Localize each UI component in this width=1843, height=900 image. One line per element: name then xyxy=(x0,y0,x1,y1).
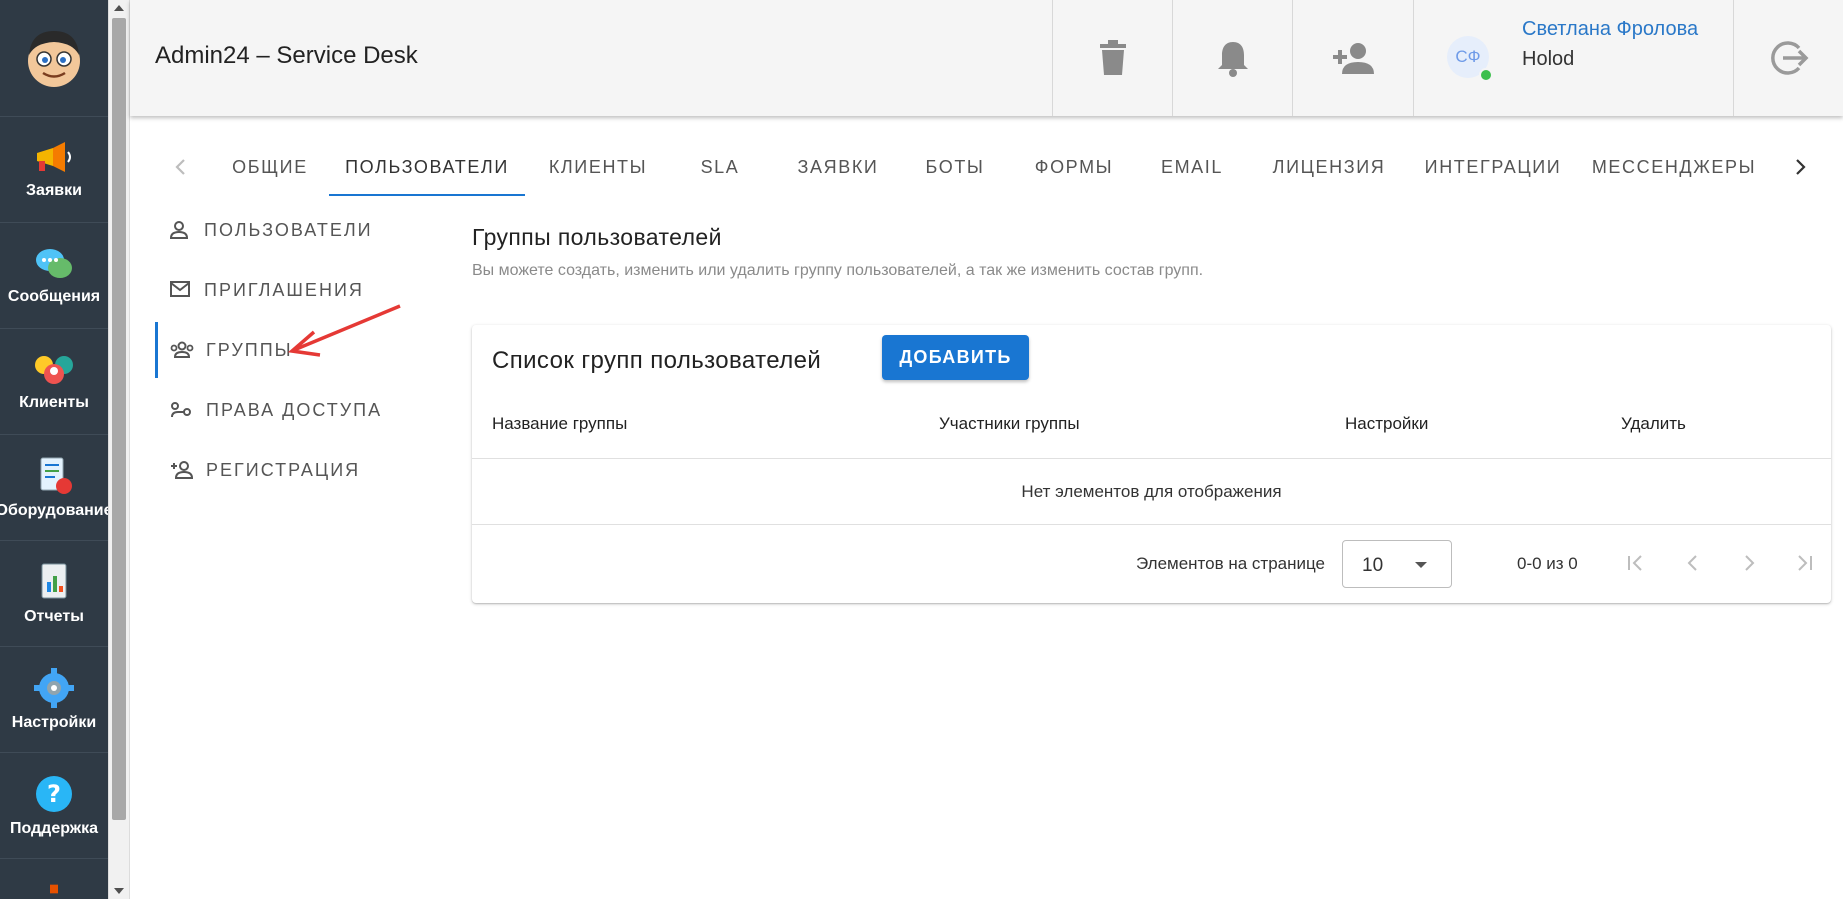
help-icon: ? xyxy=(36,776,72,812)
scroll-up-arrow-icon[interactable] xyxy=(114,5,124,11)
tab-integrations[interactable]: ИНТЕГРАЦИИ xyxy=(1404,140,1582,194)
tab-general[interactable]: ОБЩИЕ xyxy=(220,140,320,194)
tab-license[interactable]: ЛИЦЕНЗИЯ xyxy=(1249,140,1409,194)
bell-icon xyxy=(1218,42,1248,77)
sidebar-item-label: Заявки xyxy=(26,182,82,199)
subnav-item-registration[interactable]: РЕГИСТРАЦИЯ xyxy=(155,442,415,498)
items-per-page-label: Элементов на странице xyxy=(1136,554,1326,573)
add-user-button[interactable] xyxy=(1292,0,1413,116)
person-outline-icon xyxy=(170,221,189,239)
online-status-dot xyxy=(1479,68,1493,82)
tabs-scroll-right-button[interactable] xyxy=(1785,140,1815,194)
tab-clients[interactable]: КЛИЕНТЫ xyxy=(533,140,663,194)
svg-text:?: ? xyxy=(47,780,61,808)
gear-icon xyxy=(34,668,74,708)
table-divider xyxy=(472,458,1831,459)
equipment-icon xyxy=(40,457,72,494)
column-header-settings[interactable]: Настройки xyxy=(1345,414,1428,434)
group-icon xyxy=(170,341,194,358)
subnav-item-label: ПРИГЛАШЕНИЯ xyxy=(204,279,364,300)
sidebar-item-settings[interactable]: Настройки xyxy=(0,646,108,753)
first-page-icon xyxy=(1628,555,1642,571)
groups-card: Список групп пользователей ДОБАВИТЬ Назв… xyxy=(472,325,1831,603)
page-scrollbar[interactable] xyxy=(108,0,130,899)
access-key-icon xyxy=(171,402,191,418)
first-page-button[interactable] xyxy=(1618,545,1654,581)
avatar-face-logo-icon xyxy=(28,31,80,87)
chevron-right-icon xyxy=(1745,555,1755,571)
app-title: Admin24 – Service Desk xyxy=(155,42,418,69)
chevron-left-icon xyxy=(175,159,185,175)
tab-email[interactable]: EMAIL xyxy=(1140,140,1244,194)
chevron-left-icon xyxy=(1687,555,1697,571)
last-page-icon xyxy=(1798,555,1812,571)
page-title: Группы пользователей xyxy=(472,224,722,250)
scroll-thumb[interactable] xyxy=(112,18,126,820)
chevron-right-icon xyxy=(1796,159,1806,175)
column-header-group-name[interactable]: Название группы xyxy=(492,414,627,434)
next-page-button[interactable] xyxy=(1731,545,1767,581)
logout-icon xyxy=(1771,41,1809,75)
logout-button[interactable] xyxy=(1733,0,1843,116)
empty-table-message: Нет элементов для отображения xyxy=(1021,482,1282,501)
column-header-delete[interactable]: Удалить xyxy=(1621,414,1686,434)
mail-outline-icon xyxy=(170,281,190,297)
subnav-item-label: ПОЛЬЗОВАТЕЛИ xyxy=(204,219,373,240)
clients-icon xyxy=(35,356,73,384)
sidebar-item-requests[interactable]: Заявки xyxy=(0,116,108,223)
tab-users[interactable]: ПОЛЬЗОВАТЕЛИ xyxy=(329,140,525,196)
chat-bubbles-icon xyxy=(36,249,72,278)
subnav-item-label: РЕГИСТРАЦИЯ xyxy=(206,459,361,480)
subnav-item-access-rights[interactable]: ПРАВА ДОСТУПА xyxy=(155,382,415,438)
sidebar-item-support[interactable]: ? Поддержка xyxy=(0,752,108,859)
app-logo[interactable] xyxy=(0,0,108,116)
sidebar-item-reports[interactable]: Отчеты xyxy=(0,540,108,647)
table-divider xyxy=(472,524,1831,525)
chevron-down-icon xyxy=(1415,562,1427,568)
last-page-button[interactable] xyxy=(1786,545,1822,581)
book-icon xyxy=(50,884,58,894)
trash-button[interactable] xyxy=(1052,0,1173,116)
trash-icon xyxy=(1100,40,1126,75)
sidebar-item-label: Оборудование xyxy=(0,502,108,519)
person-add-outline-icon xyxy=(171,461,194,479)
megaphone-icon xyxy=(37,142,71,172)
subnav-item-users[interactable]: ПОЛЬЗОВАТЕЛИ xyxy=(155,202,415,258)
annotation-arrow-icon xyxy=(287,304,401,357)
subnav-item-label: ПРАВА ДОСТУПА xyxy=(206,399,383,420)
settings-tabs: ОБЩИЕ ПОЛЬЗОВАТЕЛИ КЛИЕНТЫ SLA ЗАЯВКИ БО… xyxy=(130,140,1843,196)
items-per-page-select[interactable]: 10 xyxy=(1342,540,1452,588)
user-profile[interactable]: СФ Светлана Фролова Holod xyxy=(1413,0,1734,116)
user-name[interactable]: Светлана Фролова xyxy=(1522,18,1698,41)
sidebar-item-label: Поддержка xyxy=(9,820,99,837)
sidebar-item-equipment[interactable]: Оборудование xyxy=(0,434,108,541)
page-description: Вы можете создать, изменить или удалить … xyxy=(472,262,1204,279)
sidebar-item-label: Настройки xyxy=(11,714,97,731)
add-group-button[interactable]: ДОБАВИТЬ xyxy=(882,335,1029,380)
sidebar-item-label: Сообщения xyxy=(7,288,101,305)
sidebar-item-label: Клиенты xyxy=(19,394,89,411)
report-icon xyxy=(41,563,67,599)
tab-requests[interactable]: ЗАЯВКИ xyxy=(778,140,898,194)
sidebar-item-more[interactable] xyxy=(0,858,108,900)
sidebar-item-label: Отчеты xyxy=(24,608,84,625)
pagination-range: 0-0 из 0 xyxy=(1517,554,1578,573)
scroll-down-arrow-icon[interactable] xyxy=(114,888,124,894)
tab-messengers[interactable]: МЕССЕНДЖЕРЫ xyxy=(1574,140,1774,194)
sidebar-item-messages[interactable]: Сообщения xyxy=(0,222,108,329)
items-per-page-value: 10 xyxy=(1362,555,1384,576)
tab-sla[interactable]: SLA xyxy=(670,140,770,194)
main-sidebar: Заявки Сообщения Клиенты Оборудование От… xyxy=(0,0,108,899)
tab-forms[interactable]: ФОРМЫ xyxy=(1016,140,1132,194)
tab-bots[interactable]: БОТЫ xyxy=(902,140,1008,194)
column-header-members[interactable]: Участники группы xyxy=(939,414,1080,434)
sidebar-item-clients[interactable]: Клиенты xyxy=(0,328,108,435)
top-header: Admin24 – Service Desk СФ Светлана Фроло… xyxy=(130,0,1843,116)
tabs-scroll-left-button[interactable] xyxy=(166,140,196,194)
card-title: Список групп пользователей xyxy=(492,347,822,374)
previous-page-button[interactable] xyxy=(1675,545,1711,581)
user-company: Holod xyxy=(1522,48,1575,70)
notifications-button[interactable] xyxy=(1172,0,1293,116)
add-user-icon xyxy=(1333,43,1374,74)
